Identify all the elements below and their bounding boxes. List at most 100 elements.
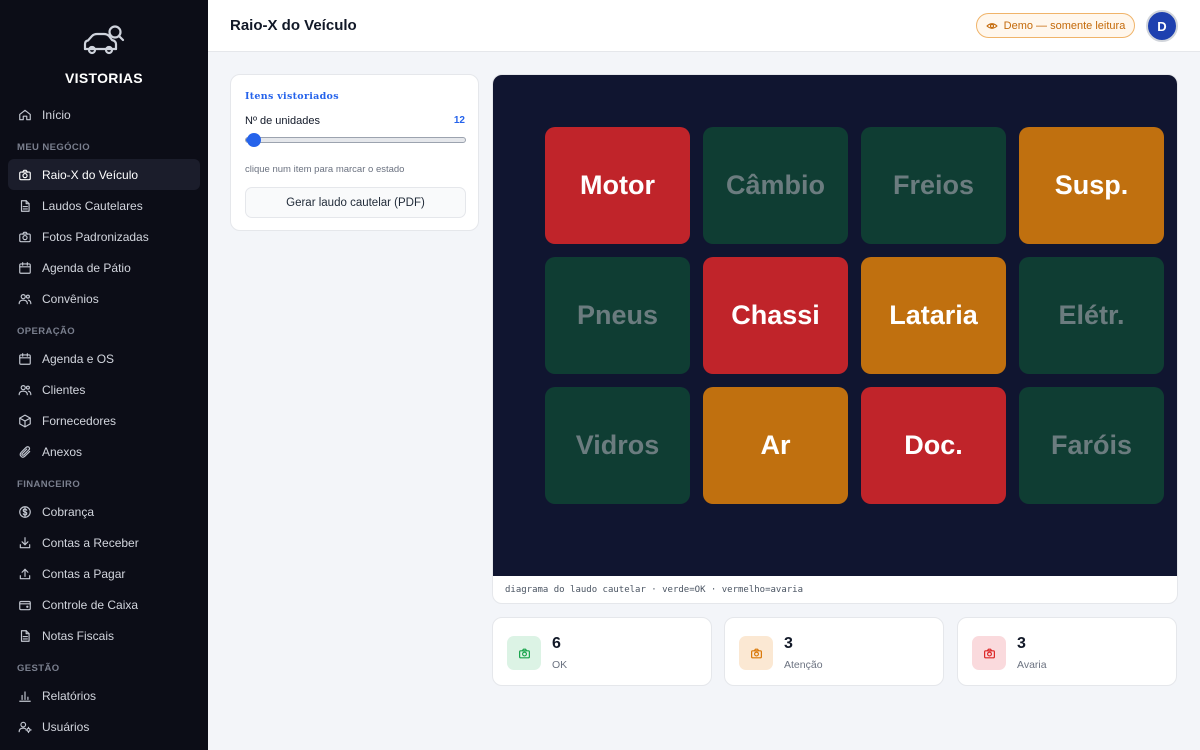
sidebar-item-label: Contas a Receber bbox=[42, 535, 139, 550]
sidebar-item-clientes[interactable]: Clientes bbox=[8, 374, 200, 405]
nav-section-heading: GESTÃO bbox=[17, 663, 60, 674]
sidebar-item-label: Cobrança bbox=[42, 504, 95, 519]
vehicle-diagram: Motor Câmbio Freios Susp. Pneus Chassi Lataria… bbox=[493, 75, 1177, 576]
dollar-icon bbox=[18, 505, 32, 519]
units-slider[interactable] bbox=[245, 133, 466, 147]
hint-text: clique num item para marcar o estado bbox=[245, 164, 405, 175]
sidebar-item-label: Anexos bbox=[42, 444, 83, 459]
sidebar-item-agenda-e-os[interactable]: Agenda e OS bbox=[8, 343, 200, 374]
sidebar-item-laudos-cautelares[interactable]: Laudos Cautelares bbox=[8, 190, 200, 221]
items-panel: Itens vistoriados Nº de unidades 12 cliq… bbox=[230, 74, 479, 231]
document-icon bbox=[18, 629, 32, 643]
sidebar-item-inicio[interactable]: Início bbox=[8, 99, 200, 130]
stat-value: 3 bbox=[784, 635, 793, 652]
diagram-item[interactable]: Faróis bbox=[1019, 387, 1164, 504]
sidebar-nav: Início MEU NEGÓCIO Raio-X do Veículo Laudos… bbox=[8, 99, 200, 742]
slider-thumb[interactable] bbox=[247, 133, 261, 147]
stat-card: 3 Atenção bbox=[724, 617, 944, 686]
sidebar-item-relatorios[interactable]: Relatórios bbox=[8, 680, 200, 711]
sidebar-item-convenios[interactable]: Convênios bbox=[8, 283, 200, 314]
diagram-card: Motor Câmbio Freios Susp. Pneus Chassi Lataria… bbox=[492, 74, 1178, 604]
sidebar-item-usuarios[interactable]: Usuários bbox=[8, 711, 200, 742]
sidebar-item-label: Contas a Pagar bbox=[42, 566, 126, 581]
calendar-icon bbox=[18, 352, 32, 366]
home-icon bbox=[18, 108, 32, 122]
page-title: Raio-X do Veículo bbox=[230, 17, 357, 34]
sidebar-item-raio-x-do-veiculo[interactable]: Raio-X do Veículo bbox=[8, 159, 200, 190]
camera-icon bbox=[18, 230, 32, 244]
stat-label: Avaria bbox=[1017, 659, 1047, 671]
users-icon bbox=[18, 383, 32, 397]
panel-title: Itens vistoriados bbox=[245, 91, 339, 102]
diagram-item[interactable]: Ar bbox=[703, 387, 848, 504]
stat-value: 3 bbox=[1017, 635, 1026, 652]
sidebar-item-controle-de-caixa[interactable]: Controle de Caixa bbox=[8, 589, 200, 620]
diagram-item[interactable]: Vidros bbox=[545, 387, 690, 504]
nav-section-heading: MEU NEGÓCIO bbox=[17, 142, 91, 153]
sidebar-item-label: Início bbox=[42, 107, 71, 122]
calendar-icon bbox=[18, 261, 32, 275]
diagram-item[interactable]: Motor bbox=[545, 127, 690, 244]
sidebar-item-fotos-padronizadas[interactable]: Fotos Padronizadas bbox=[8, 221, 200, 252]
wallet-icon bbox=[18, 598, 32, 612]
download-icon bbox=[18, 536, 32, 550]
sidebar-item-label: Raio-X do Veículo bbox=[42, 167, 139, 182]
stat-label: Atenção bbox=[784, 659, 823, 671]
nav-section-heading: OPERAÇÃO bbox=[17, 326, 76, 337]
stat-card: 6 OK bbox=[492, 617, 712, 686]
diagram-item[interactable]: Lataria bbox=[861, 257, 1006, 374]
upload-icon bbox=[18, 567, 32, 581]
sidebar-item-label: Notas Fiscais bbox=[42, 628, 115, 643]
diagram-caption: diagrama do laudo cautelar · verde=OK · … bbox=[505, 585, 804, 595]
sidebar-item-label: Agenda e OS bbox=[42, 351, 115, 366]
generate-pdf-button[interactable]: Gerar laudo cautelar (PDF) bbox=[245, 187, 466, 218]
box-icon bbox=[18, 414, 32, 428]
stat-card: 3 Avaria bbox=[957, 617, 1177, 686]
diagram-item[interactable]: Susp. bbox=[1019, 127, 1164, 244]
sidebar-item-contas-a-pagar[interactable]: Contas a Pagar bbox=[8, 558, 200, 589]
sidebar-item-label: Relatórios bbox=[42, 688, 97, 703]
sidebar-item-label: Convênios bbox=[42, 291, 99, 306]
camera-icon bbox=[972, 636, 1006, 670]
diagram-item[interactable]: Freios bbox=[861, 127, 1006, 244]
sidebar-item-label: Laudos Cautelares bbox=[42, 198, 143, 213]
bar-chart-icon bbox=[18, 689, 32, 703]
sidebar-item-label: Usuários bbox=[42, 719, 90, 734]
sidebar-item-contas-a-receber[interactable]: Contas a Receber bbox=[8, 527, 200, 558]
sidebar-item-anexos[interactable]: Anexos bbox=[8, 436, 200, 467]
stat-label: OK bbox=[552, 659, 568, 671]
demo-badge: Demo — somente leitura bbox=[976, 13, 1135, 38]
stat-value: 6 bbox=[552, 635, 561, 652]
users-icon bbox=[18, 292, 32, 306]
diagram-item[interactable]: Câmbio bbox=[703, 127, 848, 244]
eye-icon bbox=[986, 22, 998, 29]
nav-section-heading: FINANCEIRO bbox=[17, 479, 81, 490]
avatar[interactable]: D bbox=[1146, 10, 1178, 42]
paperclip-icon bbox=[18, 445, 32, 459]
topbar: Raio-X do Veículo Demo — somente leitura… bbox=[208, 0, 1200, 52]
diagram-item[interactable]: Chassi bbox=[703, 257, 848, 374]
sidebar-item-label: Controle de Caixa bbox=[42, 597, 139, 612]
sidebar-item-label: Fotos Padronizadas bbox=[42, 229, 149, 244]
units-value: 12 bbox=[453, 115, 465, 126]
units-label: Nº de unidades bbox=[245, 115, 320, 127]
user-gear-icon bbox=[18, 720, 32, 734]
diagram-item[interactable]: Doc. bbox=[861, 387, 1006, 504]
sidebar-item-notas-fiscais[interactable]: Notas Fiscais bbox=[8, 620, 200, 651]
sidebar-item-label: Clientes bbox=[42, 382, 86, 397]
diagram-item[interactable]: Pneus bbox=[545, 257, 690, 374]
sidebar: VISTORIAS Início MEU NEGÓCIO Raio-X do Veí… bbox=[0, 0, 208, 750]
sidebar-item-label: Agenda de Pátio bbox=[42, 260, 131, 275]
sidebar-item-label: Fornecedores bbox=[42, 413, 117, 428]
brand: VISTORIAS bbox=[0, 24, 208, 86]
document-icon bbox=[18, 199, 32, 213]
camera-icon bbox=[739, 636, 773, 670]
diagram-item[interactable]: Elétr. bbox=[1019, 257, 1164, 374]
brand-name: VISTORIAS bbox=[65, 70, 143, 86]
camera-icon bbox=[507, 636, 541, 670]
sidebar-item-agenda-de-patio[interactable]: Agenda de Pátio bbox=[8, 252, 200, 283]
sidebar-item-fornecedores[interactable]: Fornecedores bbox=[8, 405, 200, 436]
sidebar-item-cobranca[interactable]: Cobrança bbox=[8, 496, 200, 527]
car-search-icon bbox=[83, 25, 125, 55]
camera-icon bbox=[18, 168, 32, 182]
